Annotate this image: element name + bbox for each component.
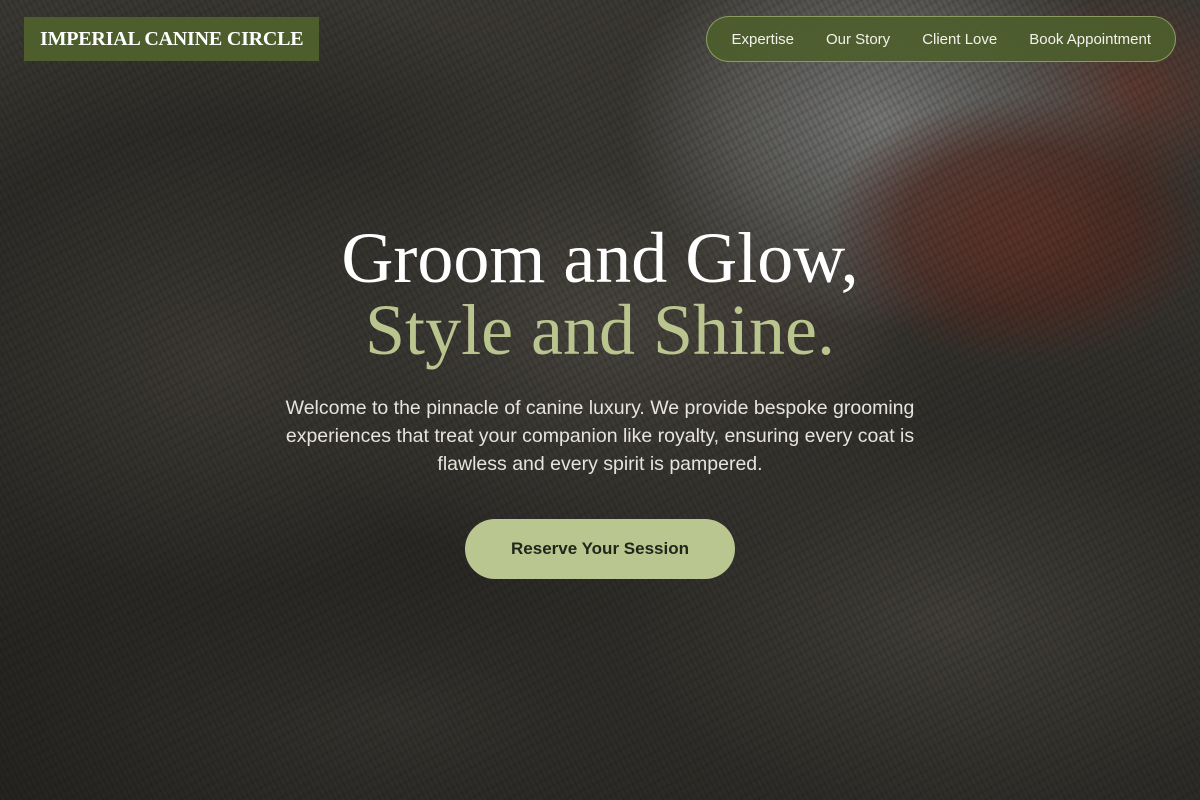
headline-line-2: Style and Shine. — [365, 290, 835, 370]
nav-link-book-appointment[interactable]: Book Appointment — [1029, 31, 1151, 48]
nav-link-our-story[interactable]: Our Story — [826, 31, 890, 48]
main-nav: Expertise Our Story Client Love Book App… — [706, 16, 1176, 62]
nav-link-client-love[interactable]: Client Love — [922, 31, 997, 48]
brand-logo[interactable]: IMPERIAL CANINE CIRCLE — [24, 17, 320, 61]
reserve-session-button[interactable]: Reserve Your Session — [465, 519, 735, 579]
nav-link-expertise[interactable]: Expertise — [731, 31, 794, 48]
headline-line-1: Groom and Glow, — [341, 218, 859, 298]
hero-headline: Groom and Glow, Style and Shine. — [0, 222, 1200, 366]
hero-section: IMPERIAL CANINE CIRCLE Expertise Our Sto… — [0, 0, 1200, 800]
hero-content: Groom and Glow, Style and Shine. Welcome… — [0, 222, 1200, 579]
hero-subtitle: Welcome to the pinnacle of canine luxury… — [285, 397, 915, 475]
